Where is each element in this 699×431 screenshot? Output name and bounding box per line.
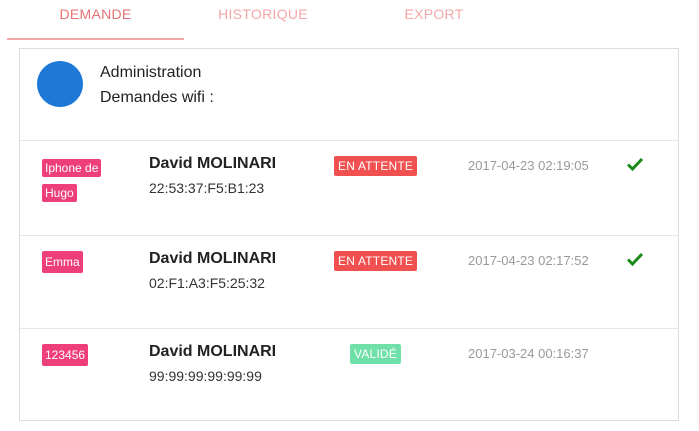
user-name: David MOLINARI [149,343,277,360]
device-tag: 123456 [42,344,89,366]
header-subtitle: Demandes wifi : [100,89,214,106]
tab-export[interactable]: EXPORT [342,0,526,40]
request-row: Emma David MOLINARI 02:F1:A3:F5:25:32 EN… [20,236,678,329]
mac-address: 02:F1:A3:F5:25:32 [149,275,265,291]
request-timestamp: 2017-04-23 02:19:05 [468,158,589,173]
header-title: Administration [100,64,202,81]
active-tab-indicator [7,38,184,40]
card-header: Administration Demandes wifi : [20,49,678,141]
tab-demande[interactable]: DEMANDE [7,0,184,40]
mac-address: 22:53:37:F5:B1:23 [149,180,265,196]
request-row: Iphone de Hugo David MOLINARI 22:53:37:F… [20,141,678,236]
request-timestamp: 2017-03-24 00:16:37 [468,346,589,361]
device-tag: Iphone de Hugo [42,156,104,206]
requests-card: Administration Demandes wifi : Iphone de… [19,48,679,421]
tab-historique[interactable]: HISTORIQUE [184,0,342,40]
device-tag-label: Iphone de Hugo [42,159,102,202]
user-name: David MOLINARI [149,155,277,172]
request-row: 123456 David MOLINARI 99:99:99:99:99:99 … [20,329,678,420]
mac-address: 99:99:99:99:99:99 [149,368,262,384]
check-icon[interactable] [626,156,644,172]
status-badge: VALIDÉ [350,344,401,364]
user-name: David MOLINARI [149,250,277,267]
request-timestamp: 2017-04-23 02:17:52 [468,253,589,268]
device-tag: Emma [42,251,83,273]
check-icon[interactable] [626,251,644,267]
tab-bar: DEMANDE HISTORIQUE EXPORT [0,0,699,40]
status-badge: EN ATTENTE [334,251,418,271]
avatar [37,61,83,107]
status-badge: EN ATTENTE [334,156,418,176]
